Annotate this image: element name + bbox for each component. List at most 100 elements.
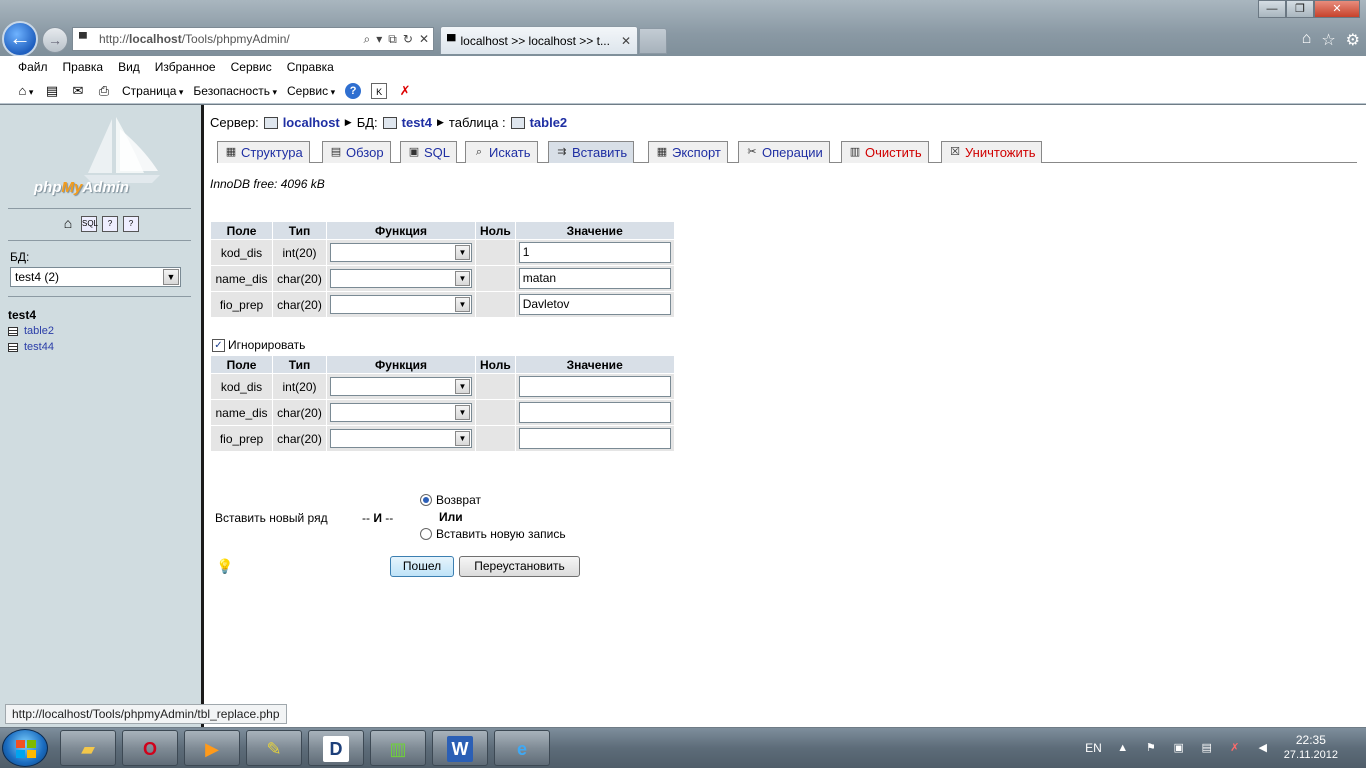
menu-help[interactable]: Справка: [287, 60, 334, 74]
home-icon[interactable]: ⌂: [60, 216, 76, 232]
tab-operations[interactable]: ✂ Операции: [738, 141, 830, 163]
start-button[interactable]: [2, 729, 48, 767]
function-select[interactable]: ▼: [330, 243, 472, 262]
safety-menu[interactable]: Безопасность: [193, 84, 277, 98]
docs-icon[interactable]: ?: [102, 216, 118, 232]
reset-button[interactable]: Переустановить: [459, 556, 580, 577]
help-icon[interactable]: ?: [345, 82, 362, 99]
radio-return-button[interactable]: [420, 494, 432, 506]
chevron-down-icon[interactable]: ▼: [163, 269, 179, 285]
home-icon[interactable]: ⌂: [18, 83, 34, 99]
stop-icon[interactable]: ✕: [419, 32, 429, 47]
function-select[interactable]: ▼: [330, 295, 472, 314]
taskbar-dictionary[interactable]: D: [308, 730, 364, 766]
browser-tab[interactable]: ▀ localhost >> localhost >> t... ✕: [440, 26, 638, 54]
sql-query-icon[interactable]: SQL: [81, 216, 98, 232]
chevron-down-icon[interactable]: ▼: [455, 245, 470, 260]
table-link-test44[interactable]: test44: [8, 341, 54, 353]
radio-return-label[interactable]: Возврат: [436, 493, 481, 507]
table-link-label[interactable]: test44: [24, 341, 54, 353]
minimize-button[interactable]: —: [1258, 0, 1286, 18]
menu-favorites[interactable]: Избранное: [155, 60, 216, 74]
devices-icon[interactable]: ▤: [1200, 741, 1214, 755]
gear-icon[interactable]: ⚙: [1346, 30, 1360, 50]
taskbar-explorer[interactable]: ▰: [60, 730, 116, 766]
network-tray-icon[interactable]: ▣: [1172, 741, 1186, 755]
favorites-star-icon[interactable]: ☆: [1321, 30, 1335, 50]
feeds-icon[interactable]: ▤: [44, 83, 60, 99]
action-center-flag-icon[interactable]: ⚑: [1144, 741, 1158, 755]
antivirus-icon[interactable]: ✗: [1228, 741, 1242, 755]
current-db-name[interactable]: test4: [8, 308, 36, 322]
print-icon[interactable]: ⎙: [96, 83, 112, 99]
forward-button[interactable]: →: [42, 27, 68, 53]
phpmyadmin-logo[interactable]: phpMyAdmin: [34, 115, 174, 197]
addon-k-icon[interactable]: K: [371, 82, 388, 99]
tab-browse[interactable]: ▤ Обзор: [322, 141, 391, 163]
table-link-label[interactable]: table2: [24, 325, 54, 337]
tab-empty[interactable]: ▥ Очистить: [841, 141, 929, 163]
radio-insert-new-label[interactable]: Вставить новую запись: [436, 527, 566, 541]
function-select[interactable]: ▼: [330, 403, 472, 422]
table-icon[interactable]: [8, 326, 18, 336]
menu-edit[interactable]: Правка: [63, 60, 104, 74]
ignore-checkbox[interactable]: ✓: [212, 338, 225, 352]
menu-tools[interactable]: Сервис: [231, 60, 272, 74]
value-input[interactable]: [518, 428, 671, 449]
taskbar-opera[interactable]: O: [122, 730, 178, 766]
language-indicator[interactable]: EN: [1085, 741, 1102, 755]
maximize-button[interactable]: ❐: [1286, 0, 1314, 18]
chevron-down-icon[interactable]: ▼: [455, 405, 470, 420]
refresh-icon[interactable]: ↻: [403, 32, 413, 47]
table-icon[interactable]: [8, 342, 18, 352]
radio-insert-new[interactable]: Вставить новую запись: [420, 527, 566, 541]
tab-drop[interactable]: ☒ Уничтожить: [941, 141, 1043, 163]
tab-export[interactable]: ▦ Экспорт: [648, 141, 728, 163]
compat-view-icon[interactable]: ⧉: [388, 32, 397, 47]
taskbar-network[interactable]: ▥: [370, 730, 426, 766]
home-icon[interactable]: ⌂: [1302, 30, 1312, 50]
function-select[interactable]: ▼: [330, 377, 472, 396]
tools-menu[interactable]: Сервис: [287, 84, 335, 98]
radio-return[interactable]: Возврат: [420, 493, 481, 507]
address-bar[interactable]: ▀ http://localhost/Tools/phpmyAdmin/ ⌕ ▾…: [72, 27, 434, 51]
taskbar-ie[interactable]: e: [494, 730, 550, 766]
sql-help-icon[interactable]: ?: [123, 216, 139, 232]
chevron-down-icon[interactable]: ▼: [455, 379, 470, 394]
show-hidden-icons-icon[interactable]: ▲: [1116, 741, 1130, 755]
mail-icon[interactable]: ✉: [70, 83, 86, 99]
back-button[interactable]: ←: [2, 21, 38, 57]
value-input[interactable]: [518, 402, 671, 423]
tab-insert[interactable]: ⇉ Вставить: [548, 141, 635, 163]
chevron-down-icon[interactable]: ▼: [455, 431, 470, 446]
function-select[interactable]: ▼: [330, 269, 472, 288]
chevron-down-icon[interactable]: ▼: [455, 297, 470, 312]
dropdown-icon[interactable]: ▾: [376, 32, 382, 47]
page-menu[interactable]: Страница: [122, 84, 183, 98]
tab-structure[interactable]: ▦ Структура: [217, 141, 310, 163]
table-link[interactable]: table2: [530, 115, 568, 130]
chevron-down-icon[interactable]: ▼: [455, 271, 470, 286]
new-tab-button[interactable]: [639, 28, 667, 54]
tab-close-icon[interactable]: ✕: [621, 34, 631, 48]
taskbar-paint[interactable]: ✎: [246, 730, 302, 766]
go-button[interactable]: Пошел: [390, 556, 454, 577]
ignore-checkbox-row[interactable]: ✓ Игнорировать: [212, 338, 305, 352]
ignore-label[interactable]: Игнорировать: [228, 338, 305, 352]
function-select[interactable]: ▼: [330, 429, 472, 448]
radio-insert-new-button[interactable]: [420, 528, 432, 540]
database-select[interactable]: test4 (2) ▼: [10, 267, 181, 287]
menu-view[interactable]: Вид: [118, 60, 140, 74]
value-input[interactable]: Davletov: [518, 294, 671, 315]
value-input[interactable]: 1: [518, 242, 671, 263]
search-icon[interactable]: ⌕: [364, 32, 371, 47]
value-input[interactable]: [518, 376, 671, 397]
clock[interactable]: 22:35 27.11.2012: [1284, 733, 1338, 763]
taskbar-word[interactable]: W: [432, 730, 488, 766]
window-close-button[interactable]: ✕: [1314, 0, 1360, 18]
value-input[interactable]: matan: [518, 268, 671, 289]
tab-sql[interactable]: ▣ SQL: [400, 141, 458, 163]
menu-file[interactable]: Файл: [18, 60, 48, 74]
volume-icon[interactable]: ◀: [1256, 741, 1270, 755]
tab-search[interactable]: ⌕ Искать: [465, 141, 538, 163]
